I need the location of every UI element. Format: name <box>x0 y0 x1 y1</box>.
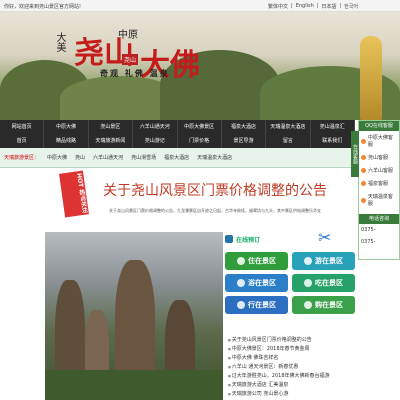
nav-item[interactable]: 中原大佛 <box>44 120 89 134</box>
notice-headline[interactable]: 关于尧山风景区门票价格调整的公告 <box>90 180 340 200</box>
scenic-photo <box>45 232 223 400</box>
subnav-label: 天瑞旅游景区： <box>4 155 40 161</box>
bed-icon <box>237 257 245 265</box>
header-banner: 大美 尧山 中原 大佛 尧山 奇观 礼佛 温泉 <box>0 12 400 120</box>
travel-button[interactable]: 行在景区 <box>225 296 288 314</box>
qq-link[interactable]: 尧山客服 <box>359 151 399 164</box>
news-item[interactable]: 六羊山 通天河景区：新春优惠 <box>228 363 356 372</box>
qq-label: 天瑞温泉客服 <box>367 194 393 207</box>
phone-number: 0375- <box>361 239 376 245</box>
qq-icon <box>361 138 366 144</box>
qq-label: 尧山客服 <box>368 155 389 161</box>
tour-button[interactable]: 游在景区 <box>292 252 355 270</box>
qq-icon <box>361 168 366 173</box>
qq-link[interactable]: 天瑞温泉客服 <box>359 190 399 210</box>
news-item[interactable]: 天瑞旅游大酒店 汇美温泉 <box>228 381 356 390</box>
car-icon <box>237 301 245 309</box>
qq-icon <box>361 197 366 203</box>
stay-button[interactable]: 住在景区 <box>225 252 288 270</box>
nav-item[interactable]: 尧山景区 <box>89 120 134 134</box>
sidebar-title: QQ在线客服 <box>359 121 399 131</box>
subnav-item[interactable]: 尧山滑雪场 <box>127 148 160 167</box>
qq-link[interactable]: 福泉客服 <box>359 177 399 190</box>
nav-item[interactable]: 门票价格 <box>178 134 222 148</box>
nav-item[interactable]: 六羊山通天河 <box>133 120 178 134</box>
tour-icon <box>304 257 312 265</box>
nav-item[interactable]: 福泉大酒店 <box>222 120 267 134</box>
news-item[interactable]: 中原大佛 佛珠吉祥名 <box>228 354 356 363</box>
news-item[interactable]: 中原大佛景区：2018年春节黄金周 <box>228 345 356 354</box>
logo-seal: 尧山 <box>122 54 139 65</box>
top-bar: 你好，欢迎来到尧山景区官方网站! 繁体中文 | English | 日本語 | 한국어 <box>0 0 400 12</box>
lang-link-korean[interactable]: 한국어 <box>344 3 358 10</box>
nav-item[interactable]: 留言 <box>266 134 311 148</box>
logo-text-damei: 大美 <box>54 32 65 52</box>
nav-item[interactable]: 网站首页 <box>0 120 45 134</box>
nav-item[interactable]: 联系我们 <box>311 134 355 148</box>
phone-number: 0375- <box>361 227 376 233</box>
lang-link-english[interactable]: English <box>296 3 314 10</box>
booking-header: 在线预订 <box>225 232 355 246</box>
nav-item[interactable]: 天瑞温泉大酒店 <box>266 120 311 134</box>
online-service-sidebar: 在线客服 QQ在线客服 中原大佛客服 尧山客服 六羊山客服 福泉客服 天瑞温泉客… <box>351 120 400 260</box>
qq-icon <box>361 181 366 186</box>
logo-text-zhongyuan: 中原 <box>118 30 138 41</box>
qq-label: 福泉客服 <box>368 181 389 187</box>
eat-button[interactable]: 吃在景区 <box>292 274 355 292</box>
shop-icon <box>304 301 312 309</box>
news-item[interactable]: 天瑞旅游公司 尧山景心游 <box>228 390 356 399</box>
welcome-text: 你好，欢迎来到尧山景区官方网站! <box>4 4 82 10</box>
buddha-statue-image <box>360 36 382 120</box>
qq-label: 六羊山客服 <box>368 168 394 174</box>
sidebar-tab[interactable]: 在线客服 <box>351 131 359 177</box>
news-list: 关于尧山风景区门票价格调整的公告 中原大佛景区：2018年春节黄金周 中原大佛 … <box>228 336 356 399</box>
booking-title: 在线预订 <box>236 236 261 244</box>
nav-item[interactable]: 天瑞旅游新闻 <box>89 134 134 148</box>
bath-icon <box>237 279 245 287</box>
nav-item[interactable]: 首页 <box>0 134 45 148</box>
notice-summary: 关于尧山风景区门票价格调整的公告，九龙瀑景区自开放之日起，古华寺继续，福鹭坊与九… <box>109 208 321 213</box>
language-links: 繁体中文 | English | 日本語 | 한국어 <box>268 3 358 10</box>
qq-link[interactable]: 六羊山客服 <box>359 164 399 177</box>
nav-item[interactable]: 精品线路 <box>44 134 89 148</box>
nav-item[interactable]: 尧山游记 <box>133 134 178 148</box>
news-item[interactable]: 关于尧山风景区门票价格调整的公告 <box>228 336 356 345</box>
phone-section-title: 电话咨询 <box>359 214 399 224</box>
qq-label: 中原大佛客服 <box>367 135 393 148</box>
qq-icon <box>361 155 366 160</box>
subnav-item[interactable]: 六羊山通天河 <box>89 148 127 167</box>
news-item[interactable]: 过大年游胜尧山，2018年佛大佛新春台福游 <box>228 372 356 381</box>
subnav-item[interactable]: 中原大佛 <box>43 148 71 167</box>
nav-item[interactable]: 尧山温泉汇 <box>311 120 355 134</box>
banner-tagline: 奇观 礼佛 温泉 <box>100 69 170 78</box>
qq-link[interactable]: 中原大佛客服 <box>359 131 399 151</box>
lang-link-japanese[interactable]: 日本語 <box>321 3 336 10</box>
nav-item[interactable]: 中原大佛景区 <box>178 120 222 134</box>
lang-link-traditional[interactable]: 繁体中文 <box>268 3 288 10</box>
subnav-item[interactable]: 天瑞温泉大酒店 <box>193 148 236 167</box>
subnav-item[interactable]: 福泉大酒店 <box>160 148 193 167</box>
online-booking-panel: 在线预订 住在景区 游在景区 浴在景区 吃在景区 行在景区 购在景区 <box>225 232 355 332</box>
scenic-area-subnav: 天瑞旅游景区： 中原大佛 尧山 六羊山通天河 尧山滑雪场 福泉大酒店 天瑞温泉大… <box>0 148 355 168</box>
subnav-item[interactable]: 尧山 <box>71 148 89 167</box>
main-nav: 网站首页 中原大佛 尧山景区 六羊山通天河 中原大佛景区 福泉大酒店 天瑞温泉大… <box>0 120 355 148</box>
shop-button[interactable]: 购在景区 <box>292 296 355 314</box>
food-icon <box>304 279 312 287</box>
booking-icon <box>225 235 233 243</box>
bath-button[interactable]: 浴在景区 <box>225 274 288 292</box>
nav-item[interactable]: 景区导游 <box>222 134 267 148</box>
